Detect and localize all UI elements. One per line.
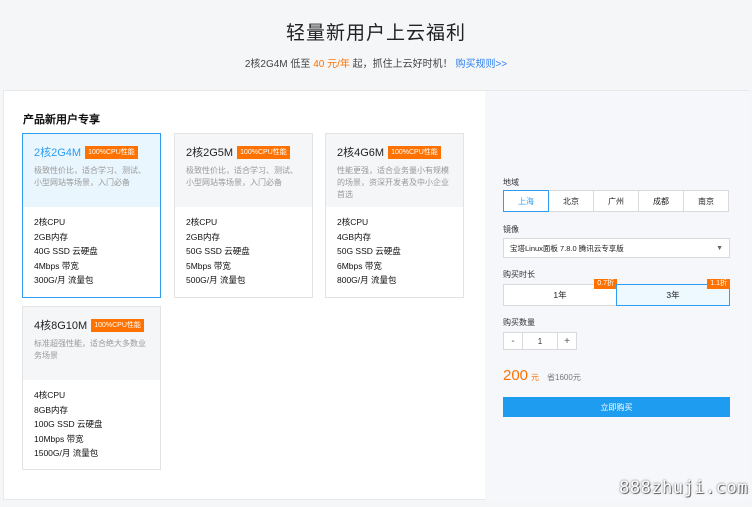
duration-option-label: 1年 <box>553 290 567 300</box>
product-specs: 2核CPU 4GB内存 50G SSD 云硬盘 6Mbps 带宽 800G/月 … <box>326 207 463 288</box>
minus-button[interactable]: - <box>503 332 523 350</box>
product-card-1[interactable]: 2核2G5M 100%CPU性能 极致性价比，适合学习、测试、小型网站等场景，入… <box>174 133 313 298</box>
spec-bandwidth: 5Mbps 带宽 <box>186 260 231 271</box>
cpu-badge: 100%CPU性能 <box>237 145 290 159</box>
product-desc: 性能更强，适合业务量小有规模的场景，资深开发者及中小企业首选 <box>337 166 449 199</box>
hero-subtitle-prefix: 2核2G4M 低至 <box>244 59 314 70</box>
product-name: 2核2G5M <box>186 147 234 159</box>
cpu-badge: 100%CPU性能 <box>85 145 138 159</box>
spec-traffic: 1500G/月 流量包 <box>34 448 99 458</box>
section-title: 产品新用户专享 <box>23 114 100 126</box>
spec-bandwidth: 4Mbps 带宽 <box>34 260 79 271</box>
image-select[interactable]: 宝塔Linux面板 7.8.0 腾讯云专享版 ▼ <box>503 238 730 258</box>
total-price: 200 <box>503 367 529 384</box>
product-name: 2核2G4M <box>34 147 82 159</box>
duration-selector: 1年 0.7折 3年 1.1折 <box>503 279 730 306</box>
duration-option-3y[interactable]: 3年 1.1折 <box>616 279 730 306</box>
spec-bandwidth: 6Mbps 带宽 <box>337 260 382 271</box>
quantity-stepper: - 1 + <box>503 332 577 350</box>
quantity-input[interactable]: 1 <box>523 332 557 350</box>
product-desc: 极致性价比，适合学习、测试、小型网站等场景，入门必备 <box>186 166 298 187</box>
hero-subtitle-suffix: 起，抓住上云好时机！ <box>349 59 456 70</box>
product-desc: 标准超强性能，适合绝大多数业务场景 <box>34 339 146 360</box>
product-name: 4核8G10M <box>34 320 88 332</box>
product-specs: 2核CPU 2GB内存 50G SSD 云硬盘 5Mbps 带宽 500G/月 … <box>175 207 312 288</box>
duration-label: 购买时长 <box>503 270 535 279</box>
plus-button[interactable]: + <box>557 332 577 350</box>
region-option-chengdu[interactable]: 成都 <box>638 190 684 212</box>
price-unit: 元 <box>531 373 540 382</box>
buy-now-button[interactable]: 立即购买 <box>503 397 730 417</box>
spec-traffic: 800G/月 流量包 <box>337 275 397 285</box>
discount-badge: 0.7折 <box>594 279 617 289</box>
chevron-down-icon: ▼ <box>716 245 723 252</box>
purchase-rules-link[interactable]: 购买规则>> <box>455 59 507 70</box>
region-selector: 上海 北京 广州 成都 南京 <box>503 190 729 212</box>
region-option-beijing[interactable]: 北京 <box>548 190 594 212</box>
product-section: 产品新用户专享 2核2G4M 100%CPU性能 极致性价比，适合学习、测试、小… <box>4 91 485 501</box>
spec-memory: 2GB内存 <box>186 231 221 242</box>
cpu-badge: 100%CPU性能 <box>91 318 144 332</box>
spec-traffic: 500G/月 流量包 <box>186 275 246 285</box>
order-section: 地域 上海 北京 广州 成都 南京 镜像 宝塔Linux面板 7.8.0 腾讯云… <box>485 91 750 501</box>
product-card-0[interactable]: 2核2G4M 100%CPU性能 极致性价比，适合学习、测试、小型网站等场景，入… <box>22 133 161 298</box>
region-option-guangzhou[interactable]: 广州 <box>593 190 639 212</box>
saving-text: 省1600元 <box>547 373 581 382</box>
image-select-value: 宝塔Linux面板 7.8.0 腾讯云专享版 <box>510 243 624 253</box>
spec-disk: 50G SSD 云硬盘 <box>186 246 250 256</box>
image-label: 镜像 <box>503 225 519 234</box>
quantity-label: 购买数量 <box>503 318 535 327</box>
spec-disk: 50G SSD 云硬盘 <box>337 246 401 256</box>
duration-option-label: 3年 <box>666 290 680 300</box>
spec-memory: 2GB内存 <box>34 231 69 242</box>
cpu-badge: 100%CPU性能 <box>388 145 441 159</box>
product-specs: 4核CPU 8GB内存 100G SSD 云硬盘 10Mbps 带宽 1500G… <box>23 380 160 461</box>
spec-memory: 4GB内存 <box>337 231 372 242</box>
product-card-2[interactable]: 2核4G6M 100%CPU性能 性能更强，适合业务量小有规模的场景，资深开发者… <box>325 133 464 298</box>
spec-cpu: 2核CPU <box>337 217 369 227</box>
price-row: 200 元 省1600元 <box>503 367 581 384</box>
product-name: 2核4G6M <box>337 147 385 159</box>
duration-option-1y[interactable]: 1年 0.7折 <box>503 279 617 306</box>
spec-cpu: 4核CPU <box>34 390 66 400</box>
spec-traffic: 300G/月 流量包 <box>34 275 94 285</box>
discount-badge: 1.1折 <box>707 279 730 289</box>
hero-subtitle: 2核2G4M 低至 40 元/年 起，抓住上云好时机！ 购买规则>> <box>0 55 752 70</box>
offer-panel: 产品新用户专享 2核2G4M 100%CPU性能 极致性价比，适合学习、测试、小… <box>3 90 750 501</box>
hero-subtitle-price: 40 元/年 <box>313 59 350 70</box>
product-desc: 极致性价比，适合学习、测试、小型网站等场景，入门必备 <box>34 166 146 187</box>
hero-title: 轻量新用户上云福利 <box>285 23 466 44</box>
spec-disk: 100G SSD 云硬盘 <box>34 419 103 429</box>
product-card-3[interactable]: 4核8G10M 100%CPU性能 标准超强性能，适合绝大多数业务场景 4核CP… <box>22 306 161 470</box>
spec-bandwidth: 10Mbps 带宽 <box>34 433 84 444</box>
product-specs: 2核CPU 2GB内存 40G SSD 云硬盘 4Mbps 带宽 300G/月 … <box>23 207 160 288</box>
region-option-shanghai[interactable]: 上海 <box>503 190 549 212</box>
spec-cpu: 2核CPU <box>186 217 218 227</box>
spec-cpu: 2核CPU <box>34 217 66 227</box>
spec-memory: 8GB内存 <box>34 404 69 415</box>
region-label: 地域 <box>503 178 519 187</box>
spec-disk: 40G SSD 云硬盘 <box>34 246 98 256</box>
watermark: 888zhuji.com <box>619 478 748 498</box>
region-option-nanjing[interactable]: 南京 <box>683 190 729 212</box>
